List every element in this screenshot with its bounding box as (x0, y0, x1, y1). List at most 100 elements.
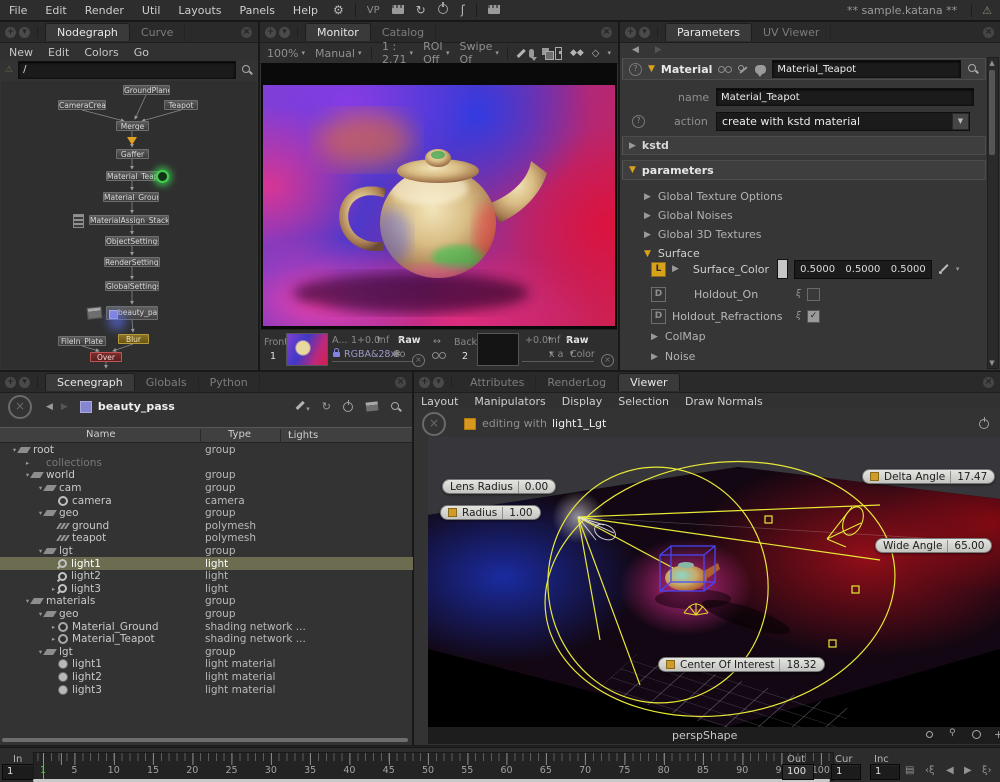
teapot-object[interactable] (665, 562, 720, 591)
node-Merge[interactable]: Merge (116, 121, 149, 131)
local-badge[interactable]: L (651, 262, 666, 277)
nodegraph-menu-edit[interactable]: Edit (48, 46, 69, 59)
scenegraph-row-Material_Teapot[interactable]: ▸Material_Teapotshading network ... (0, 633, 461, 646)
light-pin-icon[interactable]: ⚲ (949, 728, 956, 738)
search-icon[interactable] (241, 64, 253, 76)
tab-viewer[interactable]: Viewer (618, 373, 679, 391)
link-icon[interactable] (432, 351, 446, 359)
close-icon[interactable]: × (241, 27, 252, 38)
pane-menu-icon[interactable]: ▾ (639, 27, 650, 38)
kstd-group[interactable]: ▶ kstd (622, 136, 986, 155)
slate-icon[interactable] (392, 3, 404, 17)
scrollbar[interactable]: ▲ ▼ (987, 57, 999, 369)
light-cone[interactable] (526, 437, 913, 727)
flipbook-icon[interactable]: ▤ (905, 765, 914, 776)
scenegraph-row-world[interactable]: ▾worldgroup (0, 469, 435, 482)
history-back-icon[interactable]: ◀ (632, 45, 639, 55)
center-of-interest-pill[interactable]: Center Of Interest18.32 (658, 657, 825, 672)
out-field[interactable]: 100 (782, 764, 814, 780)
step-back-icon[interactable]: ◀ (946, 765, 954, 776)
pane-add-icon[interactable]: + (419, 377, 430, 388)
scenegraph-row-light1[interactable]: light1light material (0, 658, 461, 671)
group-global-texture-options[interactable]: ▶Global Texture Options (644, 190, 1000, 203)
inc-field[interactable]: 1 (870, 764, 900, 780)
keyframe-icon[interactable]: ξ (796, 289, 801, 299)
comment-icon[interactable] (755, 65, 766, 74)
warning-icon[interactable]: ⚠ (971, 4, 992, 17)
menu-help[interactable]: Help (284, 4, 327, 17)
eyedropper-icon[interactable] (938, 263, 950, 275)
clear-front-icon[interactable]: × (412, 354, 425, 367)
scenegraph-row-root[interactable]: ▾rootgroup (0, 444, 422, 457)
step-forward-icon[interactable]: ▶ (964, 765, 972, 776)
monitor-image-area[interactable] (261, 63, 617, 330)
scenegraph-row-light1[interactable]: light1light (0, 557, 461, 570)
holdout-on-checkbox[interactable] (807, 288, 820, 301)
view-indicator-icon[interactable] (156, 170, 169, 183)
frame-ruler[interactable]: 1510152025303540455055606570758085909510… (33, 752, 834, 781)
collapsed-triangle-icon[interactable]: ▶ (672, 264, 679, 274)
expand-triangle-icon[interactable]: ▼ (648, 64, 655, 74)
tab-renderlog[interactable]: RenderLog (536, 374, 618, 391)
pane-add-icon[interactable]: + (5, 377, 16, 388)
crosshair-icon[interactable]: ◇ (592, 48, 600, 59)
scenegraph-row-light2[interactable]: light2light material (0, 671, 461, 684)
monitor-dropdown-1[interactable]: Manual▾ (315, 47, 362, 60)
tab-attributes[interactable]: Attributes (459, 374, 536, 391)
hook-icon[interactable]: ʃ (461, 3, 465, 17)
scrollbar-thumb[interactable] (989, 70, 995, 155)
front-exposure[interactable]: 1+0.0 (351, 335, 380, 346)
group-noise[interactable]: ▶Noise (651, 350, 1000, 363)
scenegraph-row-light3[interactable]: ▸light3light (0, 583, 461, 596)
column-type[interactable]: Type (228, 429, 251, 440)
pane-add-icon[interactable]: + (265, 27, 276, 38)
scenegraph-row-Material_Ground[interactable]: ▸Material_Groundshading network ... (0, 620, 461, 633)
nodegraph-canvas[interactable]: GroundPlaneCameraCreateTeapotMergeGaffer… (1, 81, 257, 369)
pane-menu-icon[interactable]: ▾ (19, 377, 30, 388)
annotate-icon[interactable] (515, 47, 521, 59)
render-icon[interactable] (366, 401, 379, 411)
lock-icon[interactable] (333, 352, 340, 357)
link-icon[interactable] (718, 65, 732, 73)
menu-util[interactable]: Util (133, 4, 169, 17)
material-node-header[interactable]: ? ▼ Material (622, 58, 986, 80)
pane-menu-icon[interactable]: ▾ (19, 27, 30, 38)
column-name[interactable]: Name (86, 429, 116, 440)
cur-field[interactable]: 1 (831, 764, 861, 780)
node-GlobalSettings[interactable]: GlobalSettings (105, 281, 159, 291)
back-exposure[interactable]: +0.0 (525, 335, 548, 346)
node-MaterialAssign_Stack[interactable]: MaterialAssign_Stack (89, 215, 169, 225)
nodegraph-menu-colors[interactable]: Colors (84, 46, 118, 59)
node-Material_Teapot[interactable]: Material_Teapot (106, 171, 159, 181)
layers-icon[interactable] (542, 48, 547, 58)
keyframe-icon[interactable]: ξ (796, 311, 801, 321)
close-icon[interactable]: × (601, 27, 612, 38)
wide-angle-pill[interactable]: Wide Angle65.00 (875, 538, 992, 553)
front-thumbnail[interactable] (286, 333, 328, 366)
diamonds-icon[interactable]: ◆◆ (570, 48, 584, 58)
scenegraph-row-ground[interactable]: groundpolymesh (0, 520, 461, 533)
edit-icon[interactable]: ▾ (294, 399, 310, 414)
tab-python[interactable]: Python (199, 374, 260, 391)
menu-render[interactable]: Render (76, 4, 133, 17)
tab-nodegraph[interactable]: Nodegraph (45, 23, 130, 41)
node-Material_Ground[interactable]: Material_Ground (103, 192, 159, 202)
history-forward-icon[interactable]: ▶ (61, 402, 68, 412)
power-icon[interactable] (979, 418, 990, 429)
pane-add-icon[interactable]: + (625, 27, 636, 38)
horizontal-scrollbar[interactable] (2, 738, 408, 742)
tab-parameters[interactable]: Parameters (665, 23, 752, 41)
tab-uv-viewer[interactable]: UV Viewer (752, 24, 831, 41)
camera-name[interactable]: perspShape (672, 729, 737, 742)
help-icon[interactable]: ? (629, 63, 642, 76)
chevron-down-icon[interactable]: ▾ (956, 265, 960, 273)
group-global-3d-textures[interactable]: ▶Global 3D Textures (644, 228, 1000, 241)
node-Gaffer[interactable]: Gaffer (116, 149, 149, 159)
history-back-icon[interactable]: ◀ (46, 402, 53, 412)
scenegraph-row-lgt[interactable]: ▾lgtgroup (0, 646, 448, 659)
expand-icon[interactable] (555, 47, 562, 60)
scroll-down-icon[interactable]: ▼ (988, 358, 996, 368)
pane-add-icon[interactable]: + (5, 27, 16, 38)
center-icon[interactable] (972, 730, 981, 739)
holdout-refractions-checkbox[interactable]: ✓ (807, 310, 820, 323)
